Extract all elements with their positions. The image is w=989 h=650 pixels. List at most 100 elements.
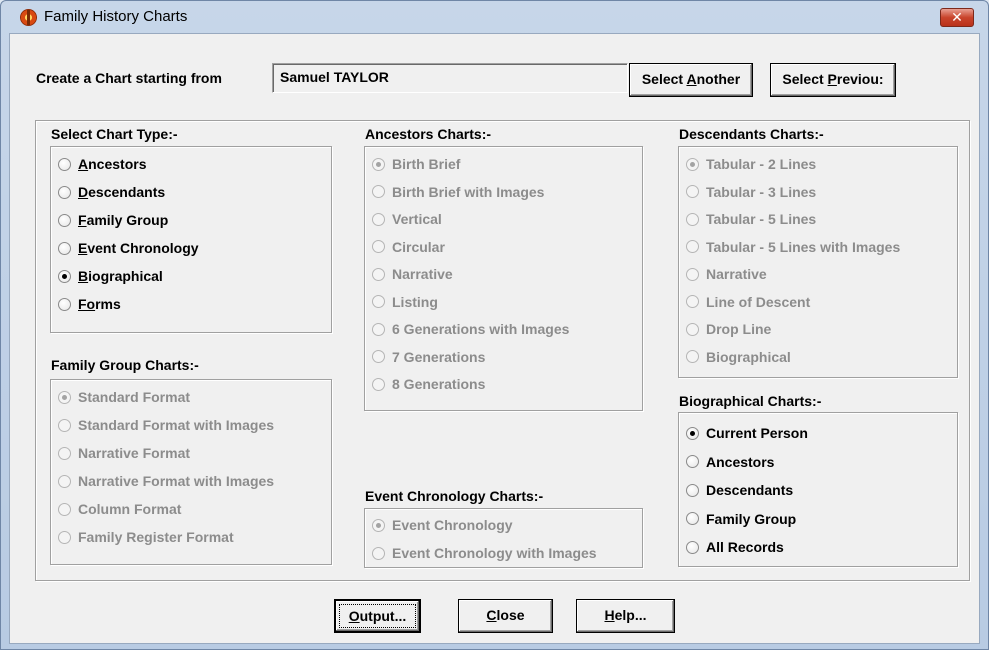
radio-unselected [372,267,385,281]
radio-unselected[interactable] [58,213,71,227]
ancestors-option: Birth Brief with Images [372,182,544,202]
option-label: Birth Brief [392,156,461,172]
radio-unselected [58,446,71,460]
ancestors-option: Listing [372,292,438,312]
ancestors-option: Birth Brief [372,154,460,174]
chart-type-option[interactable]: Descendants [58,182,165,202]
radio-selected [372,518,385,532]
option-label: Ancestors [78,156,146,172]
descendants-option: Tabular - 5 Lines with Images [686,237,900,257]
chart-type-option[interactable]: Biographical [58,266,163,286]
start-person-field[interactable]: Samuel TAYLOR [272,63,628,93]
label-text: ncestors [88,156,147,172]
option-label: Forms [78,296,121,312]
chart-type-option[interactable]: Ancestors [58,154,146,174]
window-title: Family History Charts [44,8,188,25]
descendants-option: Biographical [686,347,791,367]
radio-unselected[interactable] [58,297,71,311]
option-label: Narrative [706,266,767,282]
access-key: B [78,268,89,284]
descendants-heading: Descendants Charts:- [679,126,824,142]
descendants-option: Tabular - 5 Lines [686,209,816,229]
option-label: Vertical [392,211,442,227]
descendants-option: Tabular - 2 Lines [686,154,816,174]
select-another-button[interactable]: Select Another [629,63,753,97]
output-button[interactable]: Output... [334,599,421,633]
radio-unselected[interactable] [58,185,71,199]
option-label: 8 Generations [392,376,486,392]
radio-unselected [372,295,385,308]
descendants-option: Narrative [686,264,767,284]
option-label: Narrative [392,266,453,282]
help-button[interactable]: Help... [576,599,675,633]
option-label: Standard Format with Images [78,417,275,433]
radio-unselected[interactable] [58,157,71,171]
family-group-option: Standard Format [58,387,190,407]
dialog-body: Create a Chart starting from Samuel TAYL… [9,33,980,644]
ancestors-heading: Ancestors Charts:- [365,126,492,142]
descendants-option: Tabular - 3 Lines [686,182,816,202]
radio-unselected[interactable] [686,512,699,525]
option-label: Event Chronology with Images [392,545,597,561]
family-history-charts-window: Family History Charts ✕ Create a Chart s… [0,0,989,650]
event-chronology-heading: Event Chronology Charts:- [365,488,544,504]
option-label: Biographical [706,348,791,365]
chart-type-option[interactable]: Event Chronology [58,238,199,258]
event-chronology-option: Event Chronology [372,515,513,535]
radio-unselected [686,267,699,281]
close-button[interactable]: Close [458,599,553,633]
option-label: Tabular - 2 Lines [706,156,817,172]
radio-unselected[interactable] [686,540,699,554]
biographical-option[interactable]: Descendants [686,480,793,500]
event-chronology-option: Event Chronology with Images [372,543,597,563]
option-label: Event Chronology [392,517,513,533]
radio-unselected[interactable] [686,455,699,468]
option-label: All Records [706,539,784,555]
biographical-option[interactable]: All Records [686,537,784,557]
family-group-heading: Family Group Charts:- [51,357,199,373]
access-key: A [78,156,89,172]
option-label: Current Person [706,425,808,441]
option-label: 7 Generations [392,348,486,365]
option-label: Tabular - 5 Lines with Images [706,238,901,255]
radio-unselected [58,502,71,516]
option-label: Descendants [706,482,794,498]
label-text: rms [95,296,121,312]
app-tree-icon [20,9,37,26]
family-group-option: Family Register Format [58,527,234,547]
radio-unselected[interactable] [686,483,699,497]
option-label: Family Group [78,212,168,228]
ancestors-option: 6 Generations with Images [372,319,569,339]
select-previous-button[interactable]: Select Previou: [770,63,896,97]
access-key: D [78,184,89,200]
start-from-label: Create a Chart starting from [36,70,222,86]
biographical-option[interactable]: Family Group [686,509,796,529]
option-label: Family Group [706,510,797,527]
option-label: Narrative Format with Images [78,473,275,489]
radio-unselected [686,295,699,308]
title-bar[interactable]: Family History Charts ✕ [1,1,988,33]
descendants-option: Drop Line [686,319,771,339]
radio-selected[interactable] [58,269,71,283]
option-label: Line of Descent [706,293,811,310]
family-group-option: Narrative Format [58,443,190,463]
window-close-button[interactable]: ✕ [940,8,974,27]
focus-rectangle [339,604,416,628]
radio-unselected [58,530,71,544]
chart-type-option[interactable]: Forms [58,294,121,314]
option-label: Listing [392,293,438,310]
radio-selected [372,157,385,171]
ancestors-option: Narrative [372,264,453,284]
radio-unselected [686,185,699,198]
radio-selected[interactable] [686,426,699,440]
option-label: Biographical [78,268,163,284]
option-label: Ancestors [706,453,775,470]
option-label: Standard Format [78,389,191,405]
biographical-option[interactable]: Ancestors [686,452,774,472]
biographical-option[interactable]: Current Person [686,423,808,443]
radio-unselected [372,350,385,363]
chart-type-option[interactable]: Family Group [58,210,168,230]
access-key: E [78,240,88,256]
radio-unselected[interactable] [58,241,71,255]
family-group-option: Standard Format with Images [58,415,274,435]
